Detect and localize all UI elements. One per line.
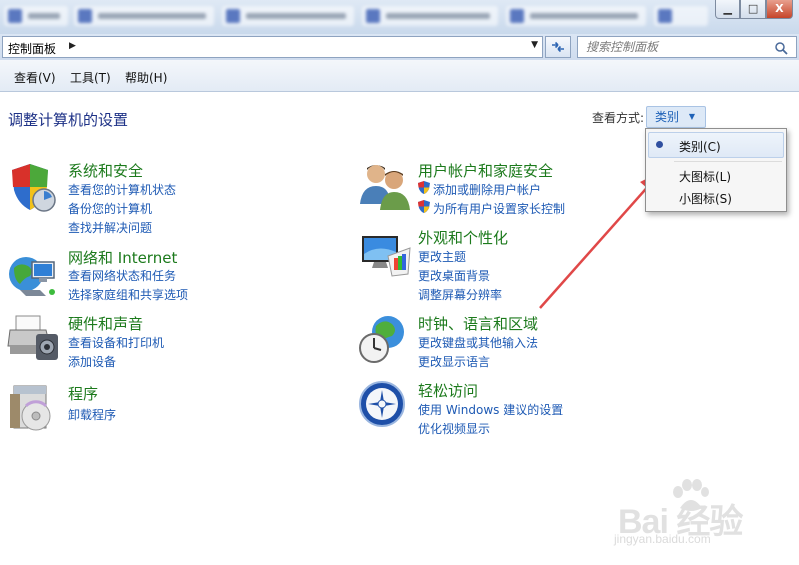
taskbar-tab[interactable]: [4, 6, 68, 26]
users-icon[interactable]: [358, 158, 412, 212]
link-troubleshoot[interactable]: 查找并解决问题: [68, 219, 152, 236]
refresh-button[interactable]: [545, 36, 571, 58]
chevron-down-icon: ▼: [688, 112, 695, 121]
link-view-computer-status[interactable]: 查看您的计算机状态: [68, 181, 176, 198]
menu-help[interactable]: 帮助(H): [125, 69, 167, 86]
globe-network-icon[interactable]: [6, 248, 60, 302]
menu-item-category[interactable]: 类别(C): [679, 138, 721, 155]
address-bar[interactable]: 控制面板 ▶ ▼: [2, 36, 543, 58]
view-by-menu: 类别(C) 大图标(L) 小图标(S): [645, 128, 787, 212]
window-icon: [78, 9, 92, 23]
programs-icon[interactable]: [6, 382, 60, 436]
category-network-internet[interactable]: 网络和 Internet: [68, 247, 177, 268]
link-screen-resolution[interactable]: 调整屏幕分辨率: [418, 286, 502, 303]
view-by-label: 查看方式:: [592, 111, 645, 125]
window-icon: [510, 9, 524, 23]
link-view-network-status[interactable]: 查看网络状态和任务: [68, 267, 176, 284]
category-appearance[interactable]: 外观和个性化: [418, 227, 508, 248]
watermark-url: jingyan.baidu.com: [614, 532, 711, 546]
menu-item-small-icons[interactable]: 小图标(S): [679, 190, 732, 207]
taskbar-tab[interactable]: [222, 6, 354, 26]
link-add-device[interactable]: 添加设备: [68, 353, 116, 370]
window-icon: [366, 9, 380, 23]
taskbar-tab[interactable]: [654, 6, 708, 26]
menu-tools[interactable]: 工具(T): [70, 69, 111, 86]
menu-view[interactable]: 查看(V): [14, 69, 56, 86]
search-box[interactable]: [577, 36, 797, 58]
menu-item-large-icons[interactable]: 大图标(L): [679, 168, 731, 185]
printer-icon[interactable]: [6, 312, 60, 366]
tab-label: [28, 13, 60, 19]
taskbar-tab[interactable]: [506, 6, 646, 26]
link-change-theme[interactable]: 更改主题: [418, 248, 466, 265]
breadcrumb-control-panel[interactable]: 控制面板: [8, 40, 56, 57]
window-icon: [8, 9, 22, 23]
link-homegroup-sharing[interactable]: 选择家庭组和共享选项: [68, 286, 188, 303]
link-add-remove-users[interactable]: 添加或删除用户帐户: [433, 181, 541, 198]
baidu-watermark: Bai 经验 jingyan.baidu.com: [612, 476, 782, 548]
menu-separator: [674, 161, 782, 162]
maximize-button[interactable]: □: [740, 0, 766, 19]
radio-dot-icon: [656, 141, 663, 148]
shield-icon[interactable]: [6, 160, 60, 214]
category-hardware-sound[interactable]: 硬件和声音: [68, 313, 143, 334]
link-optimize-video[interactable]: 优化视频显示: [418, 420, 490, 437]
taskbar-tab[interactable]: [74, 6, 214, 26]
breadcrumb-arrow-icon[interactable]: ▶: [69, 41, 76, 51]
tab-label: [98, 13, 206, 19]
view-by-dropdown[interactable]: 类别 ▼: [646, 106, 706, 128]
uac-shield-icon: [418, 200, 430, 213]
clock-globe-icon[interactable]: [358, 312, 412, 366]
category-ease-of-access[interactable]: 轻松访问: [418, 380, 478, 401]
tab-label: [386, 13, 490, 19]
category-programs[interactable]: 程序: [68, 383, 98, 404]
accessibility-icon[interactable]: [358, 380, 412, 434]
minimize-button[interactable]: ▁: [715, 0, 741, 19]
uac-shield-icon: [418, 181, 430, 194]
link-devices-printers[interactable]: 查看设备和打印机: [68, 334, 164, 351]
monitor-icon[interactable]: [358, 230, 412, 284]
refresh-icon: [552, 41, 564, 53]
window-controls: ▁ □ X: [715, 0, 793, 19]
tab-label: [246, 13, 346, 19]
window-icon: [658, 9, 672, 23]
window-icon: [226, 9, 240, 23]
tab-label: [530, 13, 638, 19]
link-backup-computer[interactable]: 备份您的计算机: [68, 200, 152, 217]
view-by-value: 类别: [655, 110, 680, 124]
page-title: 调整计算机的设置: [8, 111, 129, 129]
link-change-background[interactable]: 更改桌面背景: [418, 267, 490, 284]
link-windows-recommended[interactable]: 使用 Windows 建议的设置: [418, 401, 563, 418]
link-change-display-language[interactable]: 更改显示语言: [418, 353, 490, 370]
address-history-dropdown-icon[interactable]: ▼: [531, 40, 538, 50]
link-change-input-method[interactable]: 更改键盘或其他输入法: [418, 334, 538, 351]
category-clock-language-region[interactable]: 时钟、语言和区域: [418, 313, 538, 334]
search-icon[interactable]: [774, 41, 788, 55]
title-bar: ▁ □ X: [0, 0, 799, 34]
category-system-security[interactable]: 系统和安全: [68, 160, 143, 181]
address-row: 控制面板 ▶ ▼: [0, 34, 799, 60]
search-input[interactable]: [578, 37, 768, 57]
close-button[interactable]: X: [765, 0, 793, 19]
taskbar-tab[interactable]: [362, 6, 498, 26]
menu-bar: 查看(V) 工具(T) 帮助(H): [0, 60, 799, 92]
link-uninstall-program[interactable]: 卸载程序: [68, 406, 116, 423]
